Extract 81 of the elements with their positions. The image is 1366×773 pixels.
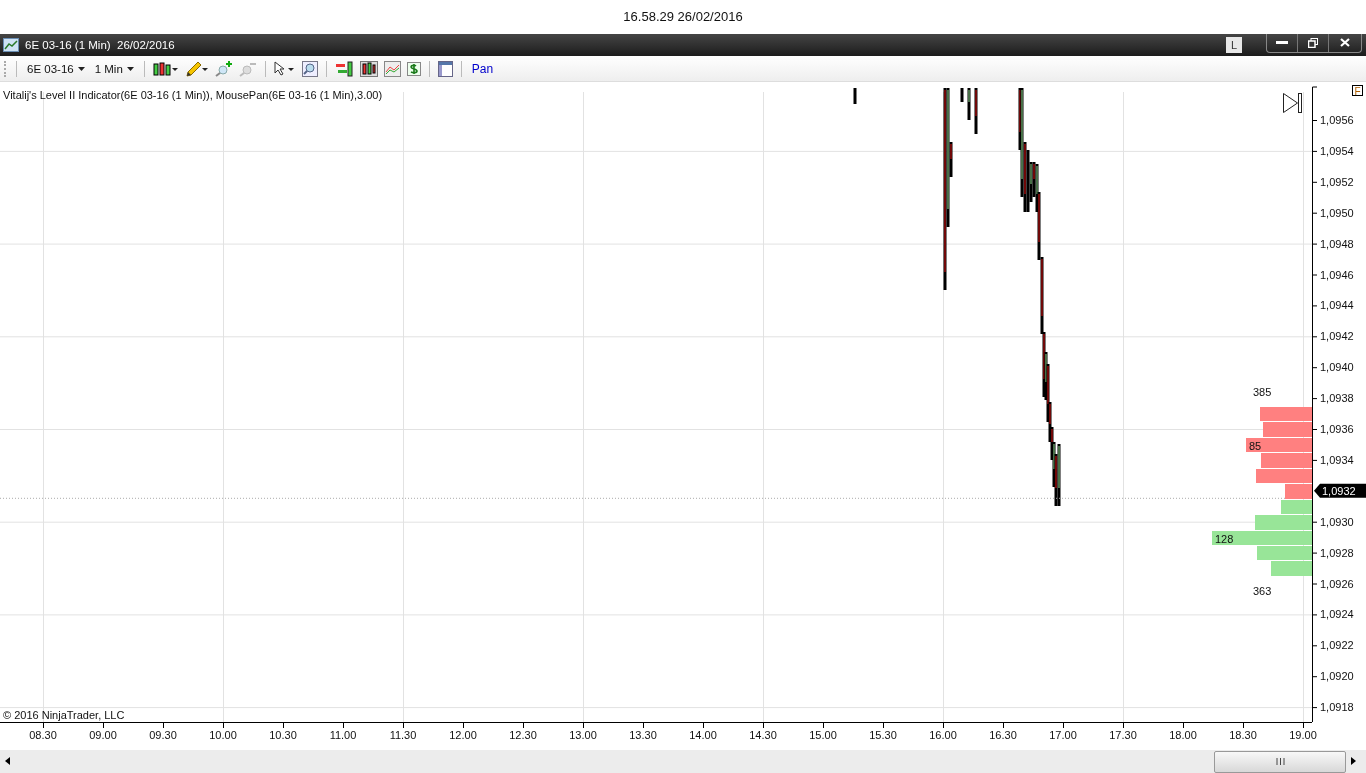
bid-total-label: 363 [1253, 584, 1272, 597]
time-tick-label: 15.30 [869, 729, 897, 741]
time-tick-label: 16.00 [929, 729, 957, 741]
candlestick-icon[interactable] [152, 60, 179, 77]
left-arrow-icon [4, 757, 10, 766]
time-tick-label: 13.00 [569, 729, 597, 741]
scrollbar-thumb[interactable] [1214, 751, 1346, 773]
window-icon[interactable] [437, 60, 453, 77]
price-tick-label: 1,0938 [1320, 392, 1354, 405]
candlestick [853, 88, 857, 104]
dollar-icon[interactable] [406, 60, 421, 77]
price-tick-label: 1,0934 [1320, 453, 1354, 466]
depth-size-label: 128 [1215, 532, 1234, 545]
line-chart-icon[interactable] [383, 60, 401, 77]
price-tick-label: 1,0928 [1320, 546, 1354, 559]
candlestick [960, 88, 964, 102]
chart-window-title: 6E 03-16 (1 Min) 26/02/2016 [25, 38, 176, 51]
price-tick-label: 1,0952 [1320, 175, 1354, 188]
time-tick-label: 17.30 [1109, 729, 1137, 741]
price-tick-label: 1,0920 [1320, 670, 1354, 683]
time-tick-label: 14.00 [689, 729, 717, 741]
price-tick-label: 1,0956 [1320, 114, 1354, 126]
price-tick-label: 1,0948 [1320, 237, 1354, 250]
time-tick-label: 18.30 [1229, 729, 1257, 741]
bid-depth-bar [1271, 561, 1312, 576]
price-tick-label: 1,0954 [1320, 144, 1354, 157]
link-button[interactable]: L [1226, 36, 1242, 53]
window-title: 16.58.29 26/02/2016 [623, 9, 743, 25]
time-tick-label: 12.30 [509, 729, 537, 741]
right-arrow-icon [1350, 757, 1356, 766]
time-tick-label: 16.30 [989, 729, 1017, 741]
chart-icon [3, 37, 19, 52]
candlestick-chart-icon[interactable] [359, 60, 378, 77]
price-tick-label: 1,0926 [1320, 577, 1354, 590]
price-tick-label: 1,0940 [1320, 361, 1354, 374]
minimize-icon [1276, 40, 1288, 45]
bar-chart-icon[interactable] [334, 60, 354, 77]
zoom-in-icon[interactable] [214, 60, 233, 77]
time-tick-label: 08.30 [29, 729, 57, 741]
pan-button[interactable]: Pan [471, 61, 494, 76]
restore-icon [1308, 37, 1318, 48]
depth-size-label: 85 [1249, 439, 1262, 452]
ask-depth-bar [1260, 407, 1312, 422]
price-tick-label: 1,0946 [1320, 268, 1354, 281]
scale-button[interactable]: F [1352, 85, 1363, 96]
time-tick-label: 09.30 [149, 729, 177, 741]
price-tick-label: 1,0924 [1320, 608, 1354, 621]
ask-total-label: 385 [1253, 386, 1272, 398]
price-tick-label: 1,0918 [1320, 701, 1354, 714]
time-tick-label: 09.00 [89, 729, 117, 741]
time-tick-label: 14.30 [749, 729, 777, 741]
caret-icon [77, 66, 85, 71]
price-tick-label: 1,0944 [1320, 299, 1354, 312]
skip-to-end-icon[interactable] [1283, 93, 1302, 113]
candlestick [967, 88, 971, 120]
copyright-text: © 2016 NinjaTrader, LLC [3, 709, 125, 721]
caret-icon [126, 66, 134, 71]
time-tick-label: 11.00 [329, 729, 357, 741]
candlestick [974, 88, 978, 134]
time-tick-label: 12.00 [449, 729, 477, 741]
interval-dropdown[interactable]: 1 Min [92, 62, 136, 75]
time-tick-label: 17.00 [1049, 729, 1077, 741]
time-tick-label: 19.00 [1289, 729, 1317, 741]
price-tick-label: 1,0930 [1320, 515, 1354, 528]
time-tick-label: 13.30 [629, 729, 657, 741]
time-tick-label: 10.00 [209, 729, 237, 741]
pointer-icon[interactable] [273, 60, 296, 77]
current-price-marker: 1,0932 [1314, 483, 1366, 498]
close-icon [1340, 38, 1350, 48]
time-tick-label: 18.00 [1169, 729, 1197, 741]
price-tick-label: 1,0936 [1320, 423, 1354, 435]
time-tick-label: 10.30 [269, 729, 297, 741]
price-tick-label: 1,0950 [1320, 206, 1354, 219]
magnifier-icon[interactable] [301, 60, 318, 77]
indicator-label: Vitalij's Level II Indicator(6E 03-16 (1 Min)), MousePan(6E 03-16 (1 Min),3.00) [3, 89, 383, 101]
time-tick-label: 15.00 [809, 729, 837, 741]
time-tick-label: 11.30 [389, 729, 417, 741]
instrument-dropdown[interactable]: 6E 03-16 [25, 62, 87, 75]
price-tick-label: 1,0922 [1320, 639, 1354, 652]
price-tick-label: 1,0942 [1320, 330, 1354, 343]
pencil-icon[interactable] [184, 60, 209, 77]
